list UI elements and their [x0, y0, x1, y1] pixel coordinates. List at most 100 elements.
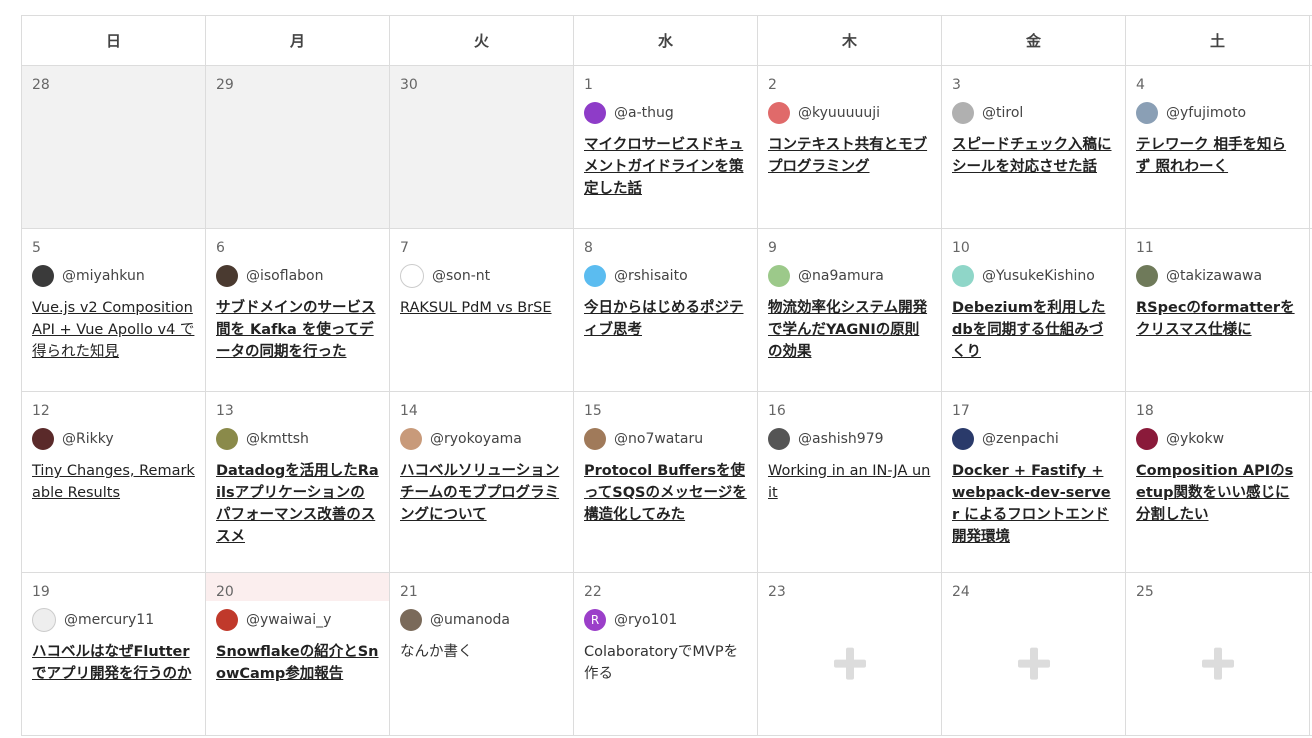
- author[interactable]: @a-thug: [584, 102, 747, 124]
- avatar[interactable]: [216, 265, 238, 287]
- author-handle[interactable]: @ryokoyama: [430, 431, 522, 447]
- avatar[interactable]: [768, 265, 790, 287]
- author-handle[interactable]: @zenpachi: [982, 431, 1059, 447]
- author[interactable]: @tirol: [952, 102, 1115, 124]
- avatar[interactable]: R: [584, 609, 606, 631]
- avatar[interactable]: [32, 428, 54, 450]
- day-number: 29: [216, 77, 234, 93]
- author[interactable]: @ywaiwai_y: [216, 609, 379, 631]
- author-handle[interactable]: @yfujimoto: [1166, 105, 1246, 121]
- avatar[interactable]: [400, 264, 424, 288]
- avatar[interactable]: [584, 265, 606, 287]
- author[interactable]: @takizawawa: [1136, 265, 1299, 287]
- day-number: 2: [768, 77, 777, 93]
- author[interactable]: R @ryo101: [584, 609, 747, 631]
- avatar[interactable]: [216, 609, 238, 631]
- avatar[interactable]: [952, 102, 974, 124]
- author[interactable]: @son-nt: [400, 264, 563, 288]
- article-title[interactable]: サブドメインのサービス間を Kafka を使ってデータの同期を行った: [216, 297, 379, 363]
- article-title[interactable]: Vue.js v2 Composition API + Vue Apollo v…: [32, 297, 195, 363]
- author-handle[interactable]: @isoflabon: [246, 268, 323, 284]
- author-handle[interactable]: @kmttsh: [246, 431, 309, 447]
- author-handle[interactable]: @na9amura: [798, 268, 884, 284]
- article-title[interactable]: Datadogを活用したRailsアプリケーションのパフォーマンス改善のススメ: [216, 460, 379, 548]
- day-cell: 16 @ashish979 Working in an IN-JA unit: [758, 392, 942, 572]
- article-title[interactable]: 物流効率化システム開発で学んだYAGNIの原則の効果: [768, 297, 931, 363]
- author[interactable]: @no7wataru: [584, 428, 747, 450]
- author-handle[interactable]: @tirol: [982, 105, 1023, 121]
- author[interactable]: @isoflabon: [216, 265, 379, 287]
- add-entry-icon[interactable]: [1017, 647, 1050, 680]
- author[interactable]: @YusukeKishino: [952, 265, 1115, 287]
- author-handle[interactable]: @ywaiwai_y: [246, 612, 331, 628]
- day-cell: 17 @zenpachi Docker + Fastify + webpack-de…: [942, 392, 1126, 572]
- author-handle[interactable]: @ykokw: [1166, 431, 1224, 447]
- avatar[interactable]: [1136, 428, 1158, 450]
- article-title[interactable]: RAKSUL PdM vs BrSE: [400, 297, 563, 319]
- author[interactable]: @ykokw: [1136, 428, 1299, 450]
- author[interactable]: @rshisaito: [584, 265, 747, 287]
- article-title[interactable]: マイクロサービスドキュメントガイドラインを策定した話: [584, 134, 747, 200]
- author-handle[interactable]: @a-thug: [614, 105, 674, 121]
- author[interactable]: @miyahkun: [32, 265, 195, 287]
- avatar[interactable]: [32, 608, 56, 632]
- author-handle[interactable]: @kyuuuuuji: [798, 105, 880, 121]
- day-cell: 11 @takizawawa RSpecのformatterをクリスマス仕様に: [1126, 229, 1310, 391]
- avatar[interactable]: [952, 428, 974, 450]
- weekday-label: 土: [1126, 16, 1310, 65]
- article-title[interactable]: ハコベルソリューションチームのモブプログラミングについて: [400, 460, 563, 526]
- author[interactable]: @Rikky: [32, 428, 195, 450]
- author[interactable]: @ashish979: [768, 428, 931, 450]
- calendar-body: 28 29 30 1 @a-thug マイクロサービスドキュメントガイドラインを策定した話…: [22, 66, 1312, 736]
- day-number: 11: [1136, 240, 1154, 256]
- empty-day-cell[interactable]: 25: [1126, 573, 1310, 735]
- avatar[interactable]: [584, 428, 606, 450]
- avatar[interactable]: [400, 428, 422, 450]
- article-title[interactable]: テレワーク 相手を知らず 照れわーく: [1136, 134, 1299, 178]
- article-title[interactable]: RSpecのformatterをクリスマス仕様に: [1136, 297, 1299, 341]
- avatar[interactable]: [768, 102, 790, 124]
- article-title[interactable]: Working in an IN-JA unit: [768, 460, 931, 504]
- article-title[interactable]: Protocol Buffersを使ってSQSのメッセージを構造化してみた: [584, 460, 747, 526]
- author-handle[interactable]: @umanoda: [430, 612, 510, 628]
- article-title[interactable]: Tiny Changes, Remarkable Results: [32, 460, 195, 504]
- author-handle[interactable]: @rshisaito: [614, 268, 688, 284]
- author-handle[interactable]: @no7wataru: [614, 431, 703, 447]
- article-title[interactable]: Composition APIのsetup関数をいい感じに分割したい: [1136, 460, 1299, 526]
- avatar[interactable]: [32, 265, 54, 287]
- article-title[interactable]: Debeziumを利用したdbを同期する仕組みづくり: [952, 297, 1115, 363]
- author[interactable]: @kmttsh: [216, 428, 379, 450]
- avatar[interactable]: [1136, 102, 1158, 124]
- article-title[interactable]: Docker + Fastify + webpack-dev-server によ…: [952, 460, 1115, 548]
- avatar[interactable]: [1136, 265, 1158, 287]
- author-handle[interactable]: @YusukeKishino: [982, 268, 1095, 284]
- avatar[interactable]: [768, 428, 790, 450]
- author[interactable]: @mercury11: [32, 608, 195, 632]
- author-handle[interactable]: @Rikky: [62, 431, 114, 447]
- avatar[interactable]: [584, 102, 606, 124]
- author-handle[interactable]: @takizawawa: [1166, 268, 1262, 284]
- author[interactable]: @na9amura: [768, 265, 931, 287]
- add-entry-icon[interactable]: [1201, 647, 1234, 680]
- avatar[interactable]: [216, 428, 238, 450]
- add-entry-icon[interactable]: [833, 647, 866, 680]
- author-handle[interactable]: @ryo101: [614, 612, 677, 628]
- author[interactable]: @yfujimoto: [1136, 102, 1299, 124]
- article-title[interactable]: スピードチェック入稿にシールを対応させた話: [952, 134, 1115, 178]
- author-handle[interactable]: @ashish979: [798, 431, 884, 447]
- author-handle[interactable]: @miyahkun: [62, 268, 145, 284]
- avatar[interactable]: [400, 609, 422, 631]
- author[interactable]: @umanoda: [400, 609, 563, 631]
- avatar[interactable]: [952, 265, 974, 287]
- author[interactable]: @kyuuuuuji: [768, 102, 931, 124]
- empty-day-cell[interactable]: 23: [758, 573, 942, 735]
- author[interactable]: @ryokoyama: [400, 428, 563, 450]
- article-title[interactable]: Snowflakeの紹介とSnowCamp参加報告: [216, 641, 379, 685]
- author-handle[interactable]: @son-nt: [432, 268, 490, 284]
- article-title[interactable]: コンテキスト共有とモブプログラミング: [768, 134, 931, 178]
- author-handle[interactable]: @mercury11: [64, 612, 154, 628]
- author[interactable]: @zenpachi: [952, 428, 1115, 450]
- article-title[interactable]: ハコベルはなぜFlutterでアプリ開発を行うのか: [32, 641, 195, 685]
- article-title[interactable]: 今日からはじめるポジティブ思考: [584, 297, 747, 341]
- empty-day-cell[interactable]: 24: [942, 573, 1126, 735]
